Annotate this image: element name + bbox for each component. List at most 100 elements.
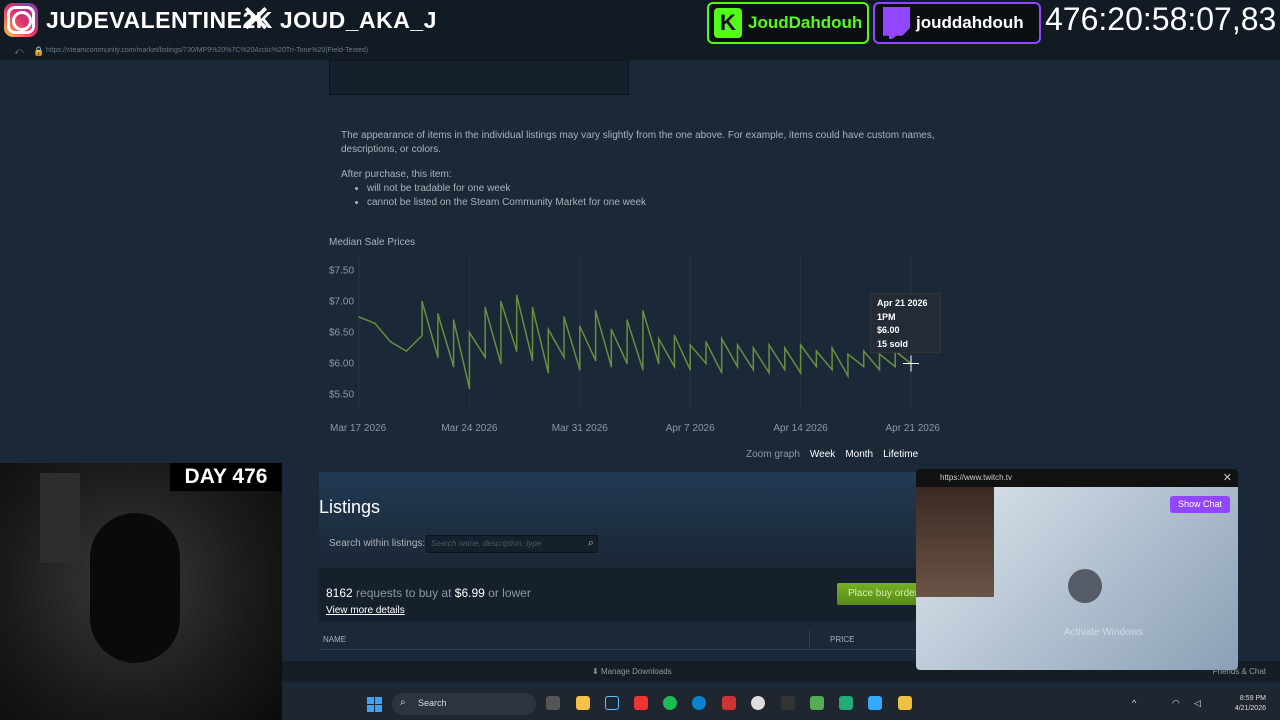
app-icon[interactable] [839,696,853,710]
x-handle-group: ✕ JOUD_AKA_J [240,1,437,39]
manage-downloads-button[interactable]: ⬇ Manage Downloads [592,667,672,676]
data-point [468,387,471,390]
search-label: Search within listings: [329,538,426,549]
data-point [736,344,739,346]
data-point [862,350,865,352]
data-point [799,344,802,346]
manage-downloads-label: Manage Downloads [600,667,672,676]
y-tick-label: $6.00 [329,359,354,370]
data-point [689,368,691,371]
x-tick-label: Apr 7 2026 [666,423,715,434]
data-point [626,362,628,365]
edge-icon[interactable] [692,696,706,710]
item-preview-box [329,60,629,95]
data-point [815,365,818,368]
day-counter: DAY 476 [170,463,282,491]
windows-taskbar: ⌕ Search ^ ◠ ◁ 8:59 PM 4/21/2026 [282,688,1280,720]
data-point [894,365,897,368]
data-point [768,372,770,374]
data-point [736,365,739,368]
file-explorer-icon[interactable] [898,696,912,710]
x-handle: JOUD_AKA_J [279,6,437,33]
app-icon[interactable] [634,696,648,710]
data-point [847,375,849,377]
twitch-icon [883,7,910,39]
data-point [610,328,613,331]
data-point [862,365,865,368]
app-icon[interactable] [868,696,882,710]
app-icon[interactable] [781,696,795,710]
wifi-icon[interactable]: ◠ [1172,698,1182,708]
y-tick-label: $7.00 [329,297,354,308]
instagram-handle: JUDEVALENTINE2K [46,6,273,33]
twitch-badge: jouddahdouh [873,2,1041,44]
zoom-lifetime[interactable]: Lifetime [883,449,918,460]
data-point [720,337,723,340]
view-more-details-link[interactable]: View more details [326,605,405,616]
steam-icon[interactable] [605,696,619,710]
clock-date: 4/21/2026 [1234,705,1266,712]
data-point [720,372,723,374]
column-price[interactable]: PRICE [830,635,854,644]
kick-icon: K [714,8,742,38]
chevron-up-icon[interactable]: ^ [1132,698,1142,708]
data-point [531,306,534,309]
requests-count: 8162 [326,586,353,600]
data-point [547,328,550,331]
data-point [531,359,534,362]
data-point [579,368,581,371]
zoom-controls: Zoom graph Week Month Lifetime [746,449,918,460]
address-bar[interactable]: ⤺ 🔒 https://steamcommunity.com/market/li… [0,44,1280,60]
webcam-background [40,473,80,563]
taskbar-search-label: Search [418,698,447,708]
zoom-week[interactable]: Week [810,449,835,460]
taskbar-clock[interactable]: 8:59 PM 4/21/2026 [1235,694,1266,714]
data-point [358,316,360,318]
twitch-pip-window[interactable]: https://www.twitch.tv ✕ Show Chat Activa… [916,469,1238,670]
app-icon[interactable] [722,696,736,710]
back-icon[interactable]: ⤺ [14,46,24,56]
spotify-icon[interactable] [663,696,677,710]
data-point [799,372,802,374]
app-icon[interactable] [576,696,590,710]
price-history-chart[interactable]: $7.50 $7.00 $6.50 $6.00 $5.50 Mar 17 2026 Mar … [319,245,951,445]
column-divider [809,630,810,648]
listings-search-input[interactable]: Search name, description, type ⌕ [426,535,598,553]
activate-windows-watermark: Activate Windows [1064,627,1143,638]
data-point [642,310,644,312]
app-icon[interactable] [751,696,765,710]
restriction-item: cannot be listed on the Steam Community … [367,196,646,210]
data-point [752,347,755,349]
data-point [500,300,502,303]
data-point [815,350,818,352]
data-point [468,331,471,334]
close-icon[interactable]: ✕ [1223,471,1232,484]
data-point [421,334,423,337]
restriction-list: will not be tradable for one week cannot… [367,182,646,209]
pip-game-character [1068,569,1102,603]
show-chat-button[interactable]: Show Chat [1170,496,1230,513]
column-name[interactable]: NAME [323,635,346,644]
data-point [768,344,770,346]
zoom-month[interactable]: Month [845,449,873,460]
data-point [500,362,502,365]
requests-suffix: or lower [488,586,531,600]
taskbar-search[interactable]: ⌕ Search [392,693,536,715]
search-icon[interactable]: ⌕ [588,537,594,550]
instagram-handle-group: JUDEVALENTINE2K [4,2,273,38]
data-point [405,350,408,352]
data-point [515,294,518,297]
data-point [452,319,455,321]
listings-title: Listings [319,497,381,517]
data-point [642,368,644,371]
task-view-icon[interactable] [546,696,560,710]
x-tick-label: Mar 17 2026 [330,423,387,434]
data-point [389,341,392,343]
data-point [752,368,755,371]
url-text[interactable]: https://steamcommunity.com/market/listin… [46,47,368,54]
app-icon[interactable] [810,696,824,710]
after-purchase-label: After purchase, this item: [341,169,452,180]
start-icon[interactable] [367,697,382,712]
y-tick-label: $7.50 [329,266,354,277]
volume-icon[interactable]: ◁ [1194,698,1204,708]
